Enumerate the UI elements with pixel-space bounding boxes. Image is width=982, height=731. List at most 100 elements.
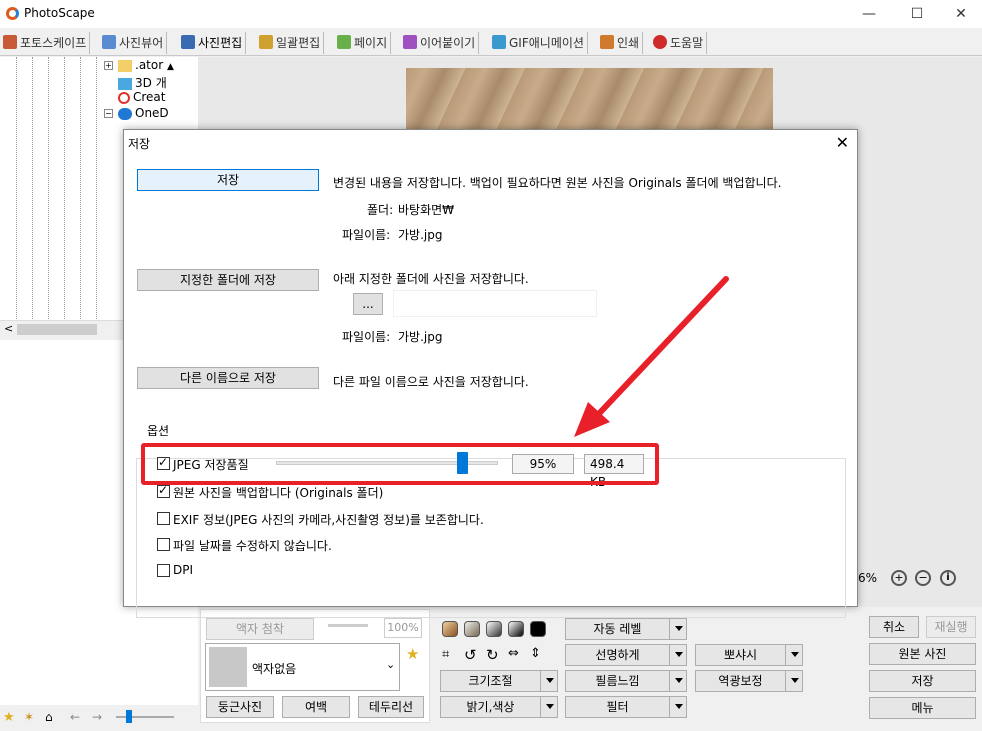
backlight-dropdown[interactable]: 뽀샤시 — [695, 644, 803, 666]
zoom-level: 6% — [858, 571, 878, 585]
backup-label: 원본 사진을 백업합니다 (Originals 폴더) — [173, 486, 384, 500]
minimize-icon[interactable]: — — [846, 0, 892, 28]
dpi-label: DPI — [173, 563, 194, 577]
sepia-swatch-icon[interactable] — [442, 621, 458, 637]
creative-cloud-icon — [118, 91, 130, 104]
photoscape-icon — [3, 35, 17, 49]
brown-swatch-icon[interactable] — [464, 621, 480, 637]
browse-folder-button[interactable]: ... — [353, 293, 383, 315]
round-photo-button[interactable]: 둥근사진 — [206, 696, 274, 718]
dpi-checkbox[interactable] — [157, 564, 170, 577]
rotate-left-icon[interactable]: ↺ — [464, 646, 477, 664]
keep-date-checkbox[interactable] — [157, 538, 170, 551]
tab-photoscape[interactable]: 포토스케이프 — [0, 32, 91, 54]
tab-help[interactable]: 도움말 — [650, 32, 708, 54]
exif-checkbox[interactable] — [157, 512, 170, 525]
exif-label: EXIF 정보(JPEG 사진의 카메라,사진촬영 정보)를 보존합니다. — [173, 513, 484, 527]
photoscape-logo-icon — [6, 7, 19, 20]
zoom-out-icon[interactable]: − — [915, 570, 931, 586]
film-dropdown[interactable]: 필름느낌 — [565, 670, 687, 692]
save-dialog: 저장 ✕ 저장 변경된 내용을 저장합니다. 백업이 필요하다면 원본 사진을 … — [123, 129, 858, 618]
zoom-in-icon[interactable]: + — [891, 570, 907, 586]
tree-item-onedrive[interactable]: − OneD — [104, 106, 169, 122]
folder-path-input[interactable] — [393, 290, 597, 317]
folder-value: 바탕화면₩ — [398, 203, 455, 217]
tab-batch[interactable]: 일괄편집 — [256, 32, 325, 54]
forward-icon[interactable]: → — [92, 710, 102, 724]
editor-icon — [181, 35, 195, 49]
print-icon — [600, 35, 614, 49]
tab-viewer[interactable]: 사진뷰어 — [99, 32, 168, 54]
frame-percent[interactable]: 100% — [384, 618, 422, 638]
batch-folder-icon[interactable]: ⌂ — [45, 710, 53, 724]
3d-objects-icon — [118, 77, 132, 90]
tab-combine[interactable]: 이어붙이기 — [400, 32, 480, 54]
dropdown-arrow-icon — [546, 678, 554, 683]
save-description: 변경된 내용을 저장합니다. 백업이 필요하다면 원본 사진을 Original… — [333, 176, 782, 190]
frame-slider[interactable] — [328, 624, 368, 627]
dropdown-arrow-icon — [791, 652, 799, 657]
flip-horizontal-icon[interactable]: ⇔ — [508, 646, 519, 661]
info-icon[interactable]: i — [940, 570, 956, 586]
folder-icon — [118, 59, 132, 72]
dropdown-arrow-icon — [675, 652, 683, 657]
invert-swatch-icon[interactable] — [530, 621, 546, 637]
backup-checkbox[interactable] — [157, 483, 170, 498]
tab-editor[interactable]: 사진편집 — [178, 32, 247, 54]
window-title: PhotoScape — [24, 6, 95, 20]
main-tab-bar: 포토스케이프 사진뷰어 사진편집 일괄편집 페이지 이어붙이기 GIF애니메이션… — [0, 28, 982, 56]
save-button[interactable]: 저장 — [137, 169, 319, 191]
star-icon[interactable]: ★ — [3, 710, 15, 725]
save-to-folder-button[interactable]: 지정한 폴더에 저장 — [137, 269, 319, 291]
tab-gif[interactable]: GIF애니메이션 — [489, 32, 588, 54]
stars-icon[interactable]: ✶ — [24, 710, 34, 724]
cancel-button[interactable]: 취소 — [869, 616, 919, 638]
back-icon[interactable]: ← — [70, 710, 80, 724]
redo-button[interactable]: 재실행 — [926, 616, 976, 638]
keep-date-label: 파일 날짜를 수정하지 않습니다. — [173, 539, 332, 553]
backlight-correct-dropdown[interactable]: 역광보정 — [695, 670, 803, 692]
bw-swatch-icon[interactable] — [508, 621, 524, 637]
expand-icon[interactable]: + — [104, 61, 113, 70]
frame-thumbnail — [209, 647, 247, 687]
favorite-star-icon[interactable]: ★ — [406, 645, 419, 663]
combine-icon — [403, 35, 417, 49]
dropdown-arrow-icon — [675, 704, 683, 709]
save-as-button[interactable]: 다른 이름으로 저장 — [137, 367, 319, 389]
tab-page[interactable]: 페이지 — [334, 32, 392, 54]
margin-button[interactable]: 여백 — [282, 696, 350, 718]
close-icon[interactable]: ✕ — [938, 0, 982, 28]
border-button[interactable]: 테두리선 — [358, 696, 424, 718]
rotate-right-icon[interactable]: ↻ — [486, 646, 499, 664]
straighten-icon[interactable]: ⌗ — [442, 647, 449, 662]
scroll-left-icon[interactable]: < — [4, 322, 13, 335]
brightness-dropdown[interactable]: 밝기,색상 — [440, 696, 558, 718]
frame-select[interactable]: 액자없음 ⌄ — [205, 643, 400, 691]
save-main-button[interactable]: 저장 — [869, 670, 976, 692]
filter-dropdown[interactable]: 필터 — [565, 696, 687, 718]
thumbnail-size-thumb[interactable] — [126, 710, 132, 723]
flip-vertical-icon[interactable]: ⇕ — [530, 646, 541, 661]
dropdown-arrow-icon — [791, 678, 799, 683]
tab-print[interactable]: 인쇄 — [597, 32, 644, 54]
maximize-icon[interactable]: ☐ — [894, 0, 940, 28]
thumbnail-size-slider[interactable] — [116, 716, 174, 718]
original-photo-button[interactable]: 원본 사진 — [869, 643, 976, 665]
gray-swatch-icon[interactable] — [486, 621, 502, 637]
options-label: 옵션 — [145, 422, 172, 439]
filename-value: 가방.jpg — [398, 228, 443, 242]
resize-dropdown[interactable]: 크기조절 — [440, 670, 558, 692]
tree-item-creative[interactable]: Creat — [104, 90, 166, 106]
tree-item-3d[interactable]: 3D 개 — [104, 74, 167, 90]
auto-level-dropdown[interactable]: 자동 레벨 — [565, 618, 687, 640]
dialog-title: 저장 — [128, 137, 151, 151]
frame-apply-button[interactable]: 액자 첨착 — [206, 618, 314, 640]
scroll-thumb[interactable] — [17, 324, 97, 335]
dialog-body: 저장 변경된 내용을 저장합니다. 백업이 필요하다면 원본 사진을 Origi… — [124, 156, 857, 618]
sharpen-dropdown[interactable]: 선명하게 — [565, 644, 687, 666]
tree-item-ator[interactable]: + .ator ▲ — [104, 58, 174, 74]
photo-preview — [406, 68, 773, 138]
menu-button[interactable]: 메뉴 — [869, 697, 976, 719]
dialog-close-icon[interactable]: ✕ — [836, 133, 849, 152]
title-bar: PhotoScape — ☐ ✕ — [0, 0, 982, 28]
